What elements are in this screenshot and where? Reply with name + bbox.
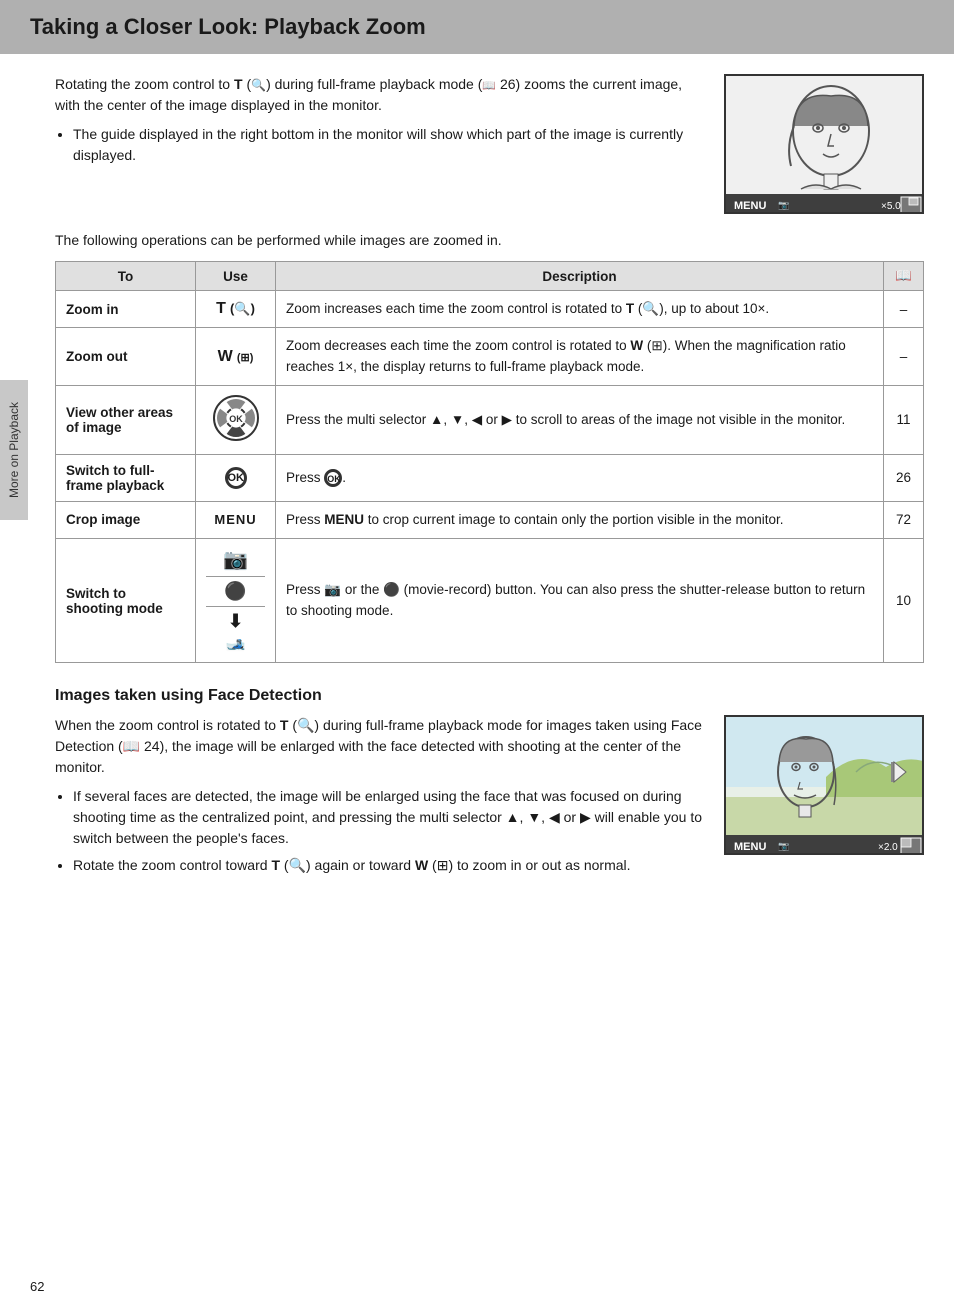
multi-selector-icon: OK (212, 394, 260, 442)
svg-text:OK: OK (229, 414, 243, 424)
row-ref-view-areas: 11 (884, 385, 924, 454)
face-illustration-1: MENU 📷 ×5.0 (726, 76, 924, 214)
shutter-icon: ⬇ (228, 611, 243, 632)
intro-text: Rotating the zoom control to T (🔍) durin… (55, 74, 704, 214)
divider (206, 606, 265, 607)
row-use-shoot: 📷 ⚫ ⬇ 🎿 (196, 539, 276, 663)
header-use: Use (196, 262, 276, 291)
intro-paragraph: Rotating the zoom control to T (🔍) durin… (55, 74, 704, 116)
table-row: Switch to full-frame playback OK Press O… (56, 454, 924, 501)
svg-text:MENU: MENU (734, 200, 766, 212)
intro-list: The guide displayed in the right bottom … (73, 124, 704, 166)
header-to: To (56, 262, 196, 291)
face-detection-paragraph: When the zoom control is rotated to T (🔍… (55, 715, 704, 778)
camera-icon: 📷 (223, 547, 248, 572)
sidebar-label: More on Playback (7, 402, 21, 498)
row-desc-crop: Press MENU to crop current image to cont… (276, 501, 884, 538)
svg-text:MENU: MENU (734, 841, 766, 853)
svg-text:×2.0: ×2.0 (878, 842, 898, 853)
page-header: Taking a Closer Look: Playback Zoom (0, 0, 954, 54)
table-row: View other areas of image OK (56, 385, 924, 454)
bottom-text: When the zoom control is rotated to T (🔍… (55, 715, 704, 882)
table-row: Crop image MENU Press MENU to crop curre… (56, 501, 924, 538)
intro-bullet: The guide displayed in the right bottom … (73, 124, 704, 166)
table-row: Zoom out W (⊞) Zoom decreases each time … (56, 328, 924, 386)
svg-text:×5.0: ×5.0 (881, 201, 901, 212)
intro-section: Rotating the zoom control to T (🔍) durin… (55, 74, 924, 214)
row-desc-fullframe: Press OK. (276, 454, 884, 501)
face-illustration-2: MENU 📷 ×2.0 (726, 717, 924, 855)
row-desc-shoot: Press 📷 or the ⚫ (movie-record) button. … (276, 539, 884, 663)
row-desc-zoom-out: Zoom decreases each time the zoom contro… (276, 328, 884, 386)
row-ref-crop: 72 (884, 501, 924, 538)
bottom-image-area: MENU 📷 ×2.0 (724, 715, 924, 882)
row-use-zoom-out: W (⊞) (196, 328, 276, 386)
divider (206, 576, 265, 577)
table-row: Switch to shooting mode 📷 ⚫ ⬇ 🎿 Press 📷 (56, 539, 924, 663)
face-detection-bullet-1: If several faces are detected, the image… (73, 786, 704, 849)
row-use-view-areas: OK (196, 385, 276, 454)
ok-button-icon: OK (225, 467, 247, 489)
page-title: Taking a Closer Look: Playback Zoom (30, 14, 924, 40)
page-container: More on Playback Taking a Closer Look: P… (0, 0, 954, 1314)
bottom-content: When the zoom control is rotated to T (🔍… (55, 715, 924, 882)
intro-image-area: MENU 📷 ×5.0 (724, 74, 924, 214)
row-to-zoom-in: Zoom in (56, 291, 196, 328)
row-ref-shoot: 10 (884, 539, 924, 663)
row-use-zoom-in: T (🔍) (196, 291, 276, 328)
operations-table: To Use Description 📖 Zoom in T (🔍) Zoom … (55, 261, 924, 663)
table-intro: The following operations can be performe… (55, 230, 924, 251)
camera-display-1: MENU 📷 ×5.0 (724, 74, 924, 214)
face-detection-list: If several faces are detected, the image… (73, 786, 704, 876)
header-description: Description (276, 262, 884, 291)
row-desc-zoom-in: Zoom increases each time the zoom contro… (276, 291, 884, 328)
svg-text:📷: 📷 (778, 200, 789, 210)
table-row: Zoom in T (🔍) Zoom increases each time t… (56, 291, 924, 328)
row-to-zoom-out: Zoom out (56, 328, 196, 386)
svg-text:📷: 📷 (778, 841, 789, 851)
camera-display-2: MENU 📷 ×2.0 (724, 715, 924, 855)
page-number: 62 (30, 1279, 44, 1294)
face-detection-section: Images taken using Face Detection When t… (55, 687, 924, 882)
face-detection-title: Images taken using Face Detection (55, 687, 924, 705)
row-desc-view-areas: Press the multi selector ▲, ▼, ◀ or ▶ to… (276, 385, 884, 454)
main-content: Rotating the zoom control to T (🔍) durin… (0, 74, 954, 882)
menu-icon: MENU (214, 512, 256, 527)
sidebar-tab: More on Playback (0, 380, 28, 520)
header-ref: 📖 (884, 262, 924, 291)
row-to-crop: Crop image (56, 501, 196, 538)
shutter-base-icon: 🎿 (226, 634, 246, 654)
row-use-crop: MENU (196, 501, 276, 538)
shooting-mode-icons: 📷 ⚫ ⬇ 🎿 (206, 547, 265, 654)
row-use-fullframe: OK (196, 454, 276, 501)
row-to-shoot: Switch to shooting mode (56, 539, 196, 663)
row-ref-fullframe: 26 (884, 454, 924, 501)
row-to-view-areas: View other areas of image (56, 385, 196, 454)
row-ref-zoom-in: – (884, 291, 924, 328)
record-button-icon: ⚫ (224, 581, 246, 602)
row-ref-zoom-out: – (884, 328, 924, 386)
row-to-fullframe: Switch to full-frame playback (56, 454, 196, 501)
face-detection-bullet-2: Rotate the zoom control toward T (🔍) aga… (73, 855, 704, 876)
